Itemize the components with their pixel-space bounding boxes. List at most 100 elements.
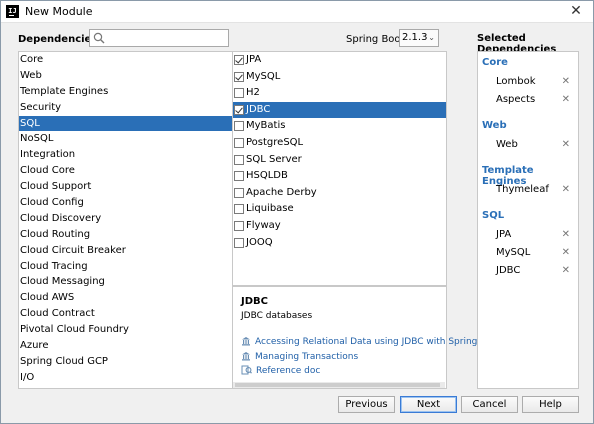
selected-dependency-item: Web: [496, 139, 518, 150]
remove-icon[interactable]: ✕: [562, 247, 570, 258]
intellij-app-icon: IJ: [6, 5, 19, 18]
cancel-button[interactable]: Cancel: [461, 396, 518, 413]
category-item[interactable]: Cloud Config: [19, 195, 232, 211]
description-link[interactable]: Accessing Relational Data using JDBC wit…: [241, 336, 477, 347]
dependency-item[interactable]: JPA: [233, 52, 446, 69]
dependency-item[interactable]: MySQL: [233, 69, 446, 86]
remove-icon[interactable]: ✕: [562, 184, 570, 195]
dependency-item[interactable]: Liquibase: [233, 201, 446, 218]
help-button[interactable]: Help: [522, 396, 579, 413]
dependency-item[interactable]: PostgreSQL: [233, 135, 446, 152]
selected-dependency-item: JDBC: [496, 265, 521, 276]
dependency-list: JPA MySQL H2 JDBC MyBatis PostgreSQL SQL Serve…: [233, 51, 447, 286]
dependency-label: Liquibase: [246, 203, 294, 215]
dependency-item[interactable]: Apache Derby: [233, 185, 446, 202]
description-link[interactable]: Managing Transactions: [241, 351, 358, 362]
description-title: JDBC: [241, 296, 268, 307]
dependency-item[interactable]: H2: [233, 85, 446, 102]
category-item[interactable]: Cloud Messaging: [19, 274, 232, 290]
selected-dependency-item: MySQL: [496, 247, 531, 258]
dependency-checkbox[interactable]: [234, 55, 244, 65]
scrollbar-thumb[interactable]: [235, 383, 440, 387]
search-input[interactable]: [108, 31, 226, 45]
dependency-label: JOOQ: [246, 236, 273, 248]
dependency-checkbox[interactable]: [234, 154, 244, 165]
category-item[interactable]: Cloud Circuit Breaker: [19, 243, 232, 259]
dependency-label: SQL Server: [246, 153, 302, 165]
dependency-checkbox[interactable]: [234, 104, 244, 115]
dependency-item[interactable]: HSQLDB: [233, 168, 446, 185]
dependency-checkbox[interactable]: [234, 220, 244, 231]
dependency-checkbox[interactable]: [234, 237, 244, 248]
dependency-item[interactable]: MyBatis: [233, 118, 446, 135]
dependency-label: MyBatis: [246, 120, 286, 132]
category-item[interactable]: I/O: [19, 370, 232, 386]
dependency-checkbox[interactable]: [234, 204, 244, 215]
category-item[interactable]: Core: [19, 52, 232, 68]
next-button[interactable]: Next: [400, 396, 457, 413]
category-item[interactable]: NoSQL: [19, 131, 232, 147]
category-item[interactable]: Cloud Core: [19, 163, 232, 179]
category-item[interactable]: Spring Cloud GCP: [19, 354, 232, 370]
selected-group-title: Core: [482, 57, 508, 68]
category-item[interactable]: Pivotal Cloud Foundry: [19, 322, 232, 338]
dependency-checkbox[interactable]: [234, 88, 244, 99]
dependency-checkbox[interactable]: [234, 71, 244, 82]
title-bar: IJ New Module ✕: [1, 1, 593, 23]
description-link-label: Reference doc: [256, 366, 321, 376]
category-item[interactable]: Cloud AWS: [19, 290, 232, 306]
spring-boot-version-value: 2.1.3: [402, 32, 428, 43]
guide-icon: [242, 352, 250, 361]
category-item[interactable]: Cloud Support: [19, 179, 232, 195]
category-item[interactable]: Template Engines: [19, 84, 232, 100]
description-text: JDBC databases: [241, 311, 313, 321]
window-title: New Module: [25, 5, 93, 18]
dependency-label: JDBC: [246, 103, 271, 115]
selected-dependencies-panel: Core Lombok ✕ Aspects ✕ Web Web ✕ Template Engin…: [477, 51, 579, 389]
spring-boot-version-select[interactable]: 2.1.3 ⌄: [399, 29, 439, 47]
remove-icon[interactable]: ✕: [562, 265, 570, 276]
dependency-item[interactable]: JOOQ: [233, 235, 446, 252]
horizontal-scrollbar[interactable]: [233, 382, 445, 388]
category-item[interactable]: Cloud Routing: [19, 227, 232, 243]
selected-dependency-item: JPA: [496, 229, 512, 240]
dependency-label: Flyway: [246, 219, 281, 231]
category-list: Core Web Template Engines Security SQL NoSQL I…: [18, 51, 233, 389]
dependency-label: HSQLDB: [246, 170, 288, 182]
remove-icon[interactable]: ✕: [562, 76, 570, 87]
selected-dependency-item: Thymeleaf: [496, 184, 549, 195]
previous-button[interactable]: Previous: [338, 396, 395, 413]
category-item[interactable]: Integration: [19, 147, 232, 163]
dependency-label: MySQL: [246, 70, 281, 82]
chevron-down-icon: ⌄: [428, 33, 435, 42]
guide-icon: [242, 337, 250, 346]
dependency-checkbox[interactable]: [234, 121, 244, 132]
description-link-label: Managing Transactions: [255, 352, 359, 362]
dependency-checkbox[interactable]: [234, 171, 244, 182]
category-item[interactable]: Cloud Discovery: [19, 211, 232, 227]
description-link-label: Accessing Relational Data using JDBC wit…: [255, 337, 478, 347]
selected-group-title: Web: [482, 120, 507, 131]
search-field[interactable]: [89, 29, 229, 47]
dependency-description-panel: JDBC JDBC databases Accessing Relational…: [233, 286, 477, 389]
close-button[interactable]: ✕: [567, 3, 585, 19]
category-item[interactable]: Azure: [19, 338, 232, 354]
category-item[interactable]: Cloud Contract: [19, 306, 232, 322]
remove-icon[interactable]: ✕: [562, 94, 570, 105]
category-item[interactable]: Cloud Tracing: [19, 259, 232, 275]
remove-icon[interactable]: ✕: [562, 229, 570, 240]
dependency-item[interactable]: JDBC: [233, 101, 446, 119]
category-item[interactable]: SQL: [19, 115, 232, 132]
remove-icon[interactable]: ✕: [562, 139, 570, 150]
category-item[interactable]: Security: [19, 100, 232, 116]
dependency-checkbox[interactable]: [234, 137, 244, 148]
category-item[interactable]: Web: [19, 68, 232, 84]
dependency-item[interactable]: Flyway: [233, 218, 446, 235]
new-module-dialog: IJ New Module ✕ Dependencies Spring Boot…: [0, 0, 594, 424]
dependency-label: Apache Derby: [246, 186, 317, 198]
reference-doc-icon: [241, 365, 252, 375]
dependency-checkbox[interactable]: [234, 187, 244, 198]
dependency-item[interactable]: SQL Server: [233, 152, 446, 169]
spring-boot-label: Spring Boot: [346, 34, 405, 45]
description-link[interactable]: Reference doc: [241, 365, 320, 376]
